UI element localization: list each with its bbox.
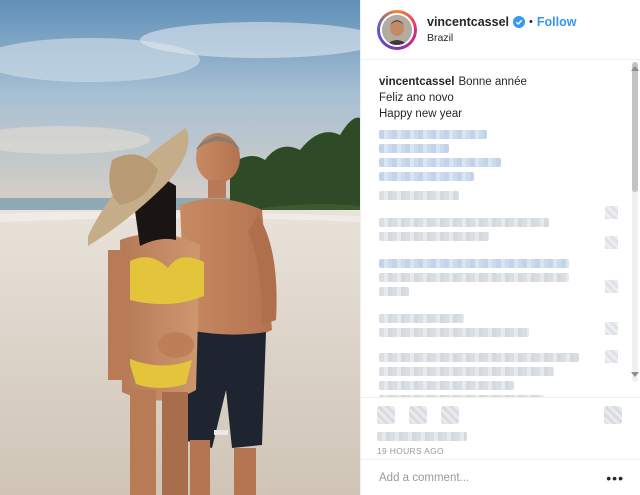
post-timestamp[interactable]: 19 HOURS AGO — [377, 446, 624, 456]
comments-list[interactable]: vincentcassel Bonne année Feliz ano novo … — [361, 60, 640, 397]
instagram-post: vincentcassel • Follow Brazil vincentcas… — [0, 0, 640, 495]
post-photo[interactable] — [0, 0, 360, 495]
action-icons-row — [377, 406, 624, 424]
comments-scrollbar[interactable] — [632, 62, 638, 382]
header-text: vincentcassel • Follow Brazil — [427, 15, 576, 44]
likes-count-blurred[interactable] — [377, 432, 467, 441]
follow-button[interactable]: Follow — [537, 15, 577, 29]
share-icon[interactable] — [441, 406, 459, 424]
comment-like-icon[interactable] — [605, 280, 618, 293]
post-header: vincentcassel • Follow Brazil — [361, 0, 640, 60]
comment-icon[interactable] — [409, 406, 427, 424]
header-separator: • — [529, 16, 533, 28]
post-side-panel: vincentcassel • Follow Brazil vincentcas… — [360, 0, 640, 495]
caption-username[interactable]: vincentcassel — [379, 76, 454, 88]
comment-like-icon[interactable] — [605, 350, 618, 363]
heart-icon[interactable] — [377, 406, 395, 424]
location-link[interactable]: Brazil — [427, 32, 576, 44]
more-options-icon[interactable]: ••• — [606, 470, 624, 486]
caption-line-3: Happy new year — [379, 108, 463, 120]
caption-line-1: Bonne année — [458, 76, 527, 88]
add-comment-input[interactable] — [377, 470, 607, 485]
header-username[interactable]: vincentcassel — [427, 15, 509, 29]
avatar-story-ring[interactable] — [377, 9, 417, 50]
post-caption: vincentcassel Bonne année Feliz ano novo … — [379, 74, 624, 122]
post-actions: 19 HOURS AGO — [361, 397, 640, 459]
verified-badge-icon — [513, 16, 525, 28]
scrollbar-thumb[interactable] — [632, 62, 638, 192]
scroll-down-arrow-icon[interactable] — [631, 372, 639, 377]
comment-like-icon[interactable] — [605, 236, 618, 249]
blurred-comments — [379, 191, 624, 397]
beach-couple-photo — [0, 0, 360, 495]
avatar-photo — [382, 14, 412, 45]
blurred-hashtags — [379, 130, 624, 181]
bookmark-icon[interactable] — [604, 406, 622, 424]
add-comment-bar: ••• — [361, 459, 640, 495]
scroll-up-arrow-icon[interactable] — [631, 66, 639, 71]
comment-like-icon[interactable] — [605, 206, 618, 219]
header-top-row: vincentcassel • Follow — [427, 15, 576, 29]
comment-like-icon[interactable] — [605, 322, 618, 335]
caption-line-2: Feliz ano novo — [379, 92, 454, 104]
avatar[interactable] — [380, 12, 414, 47]
